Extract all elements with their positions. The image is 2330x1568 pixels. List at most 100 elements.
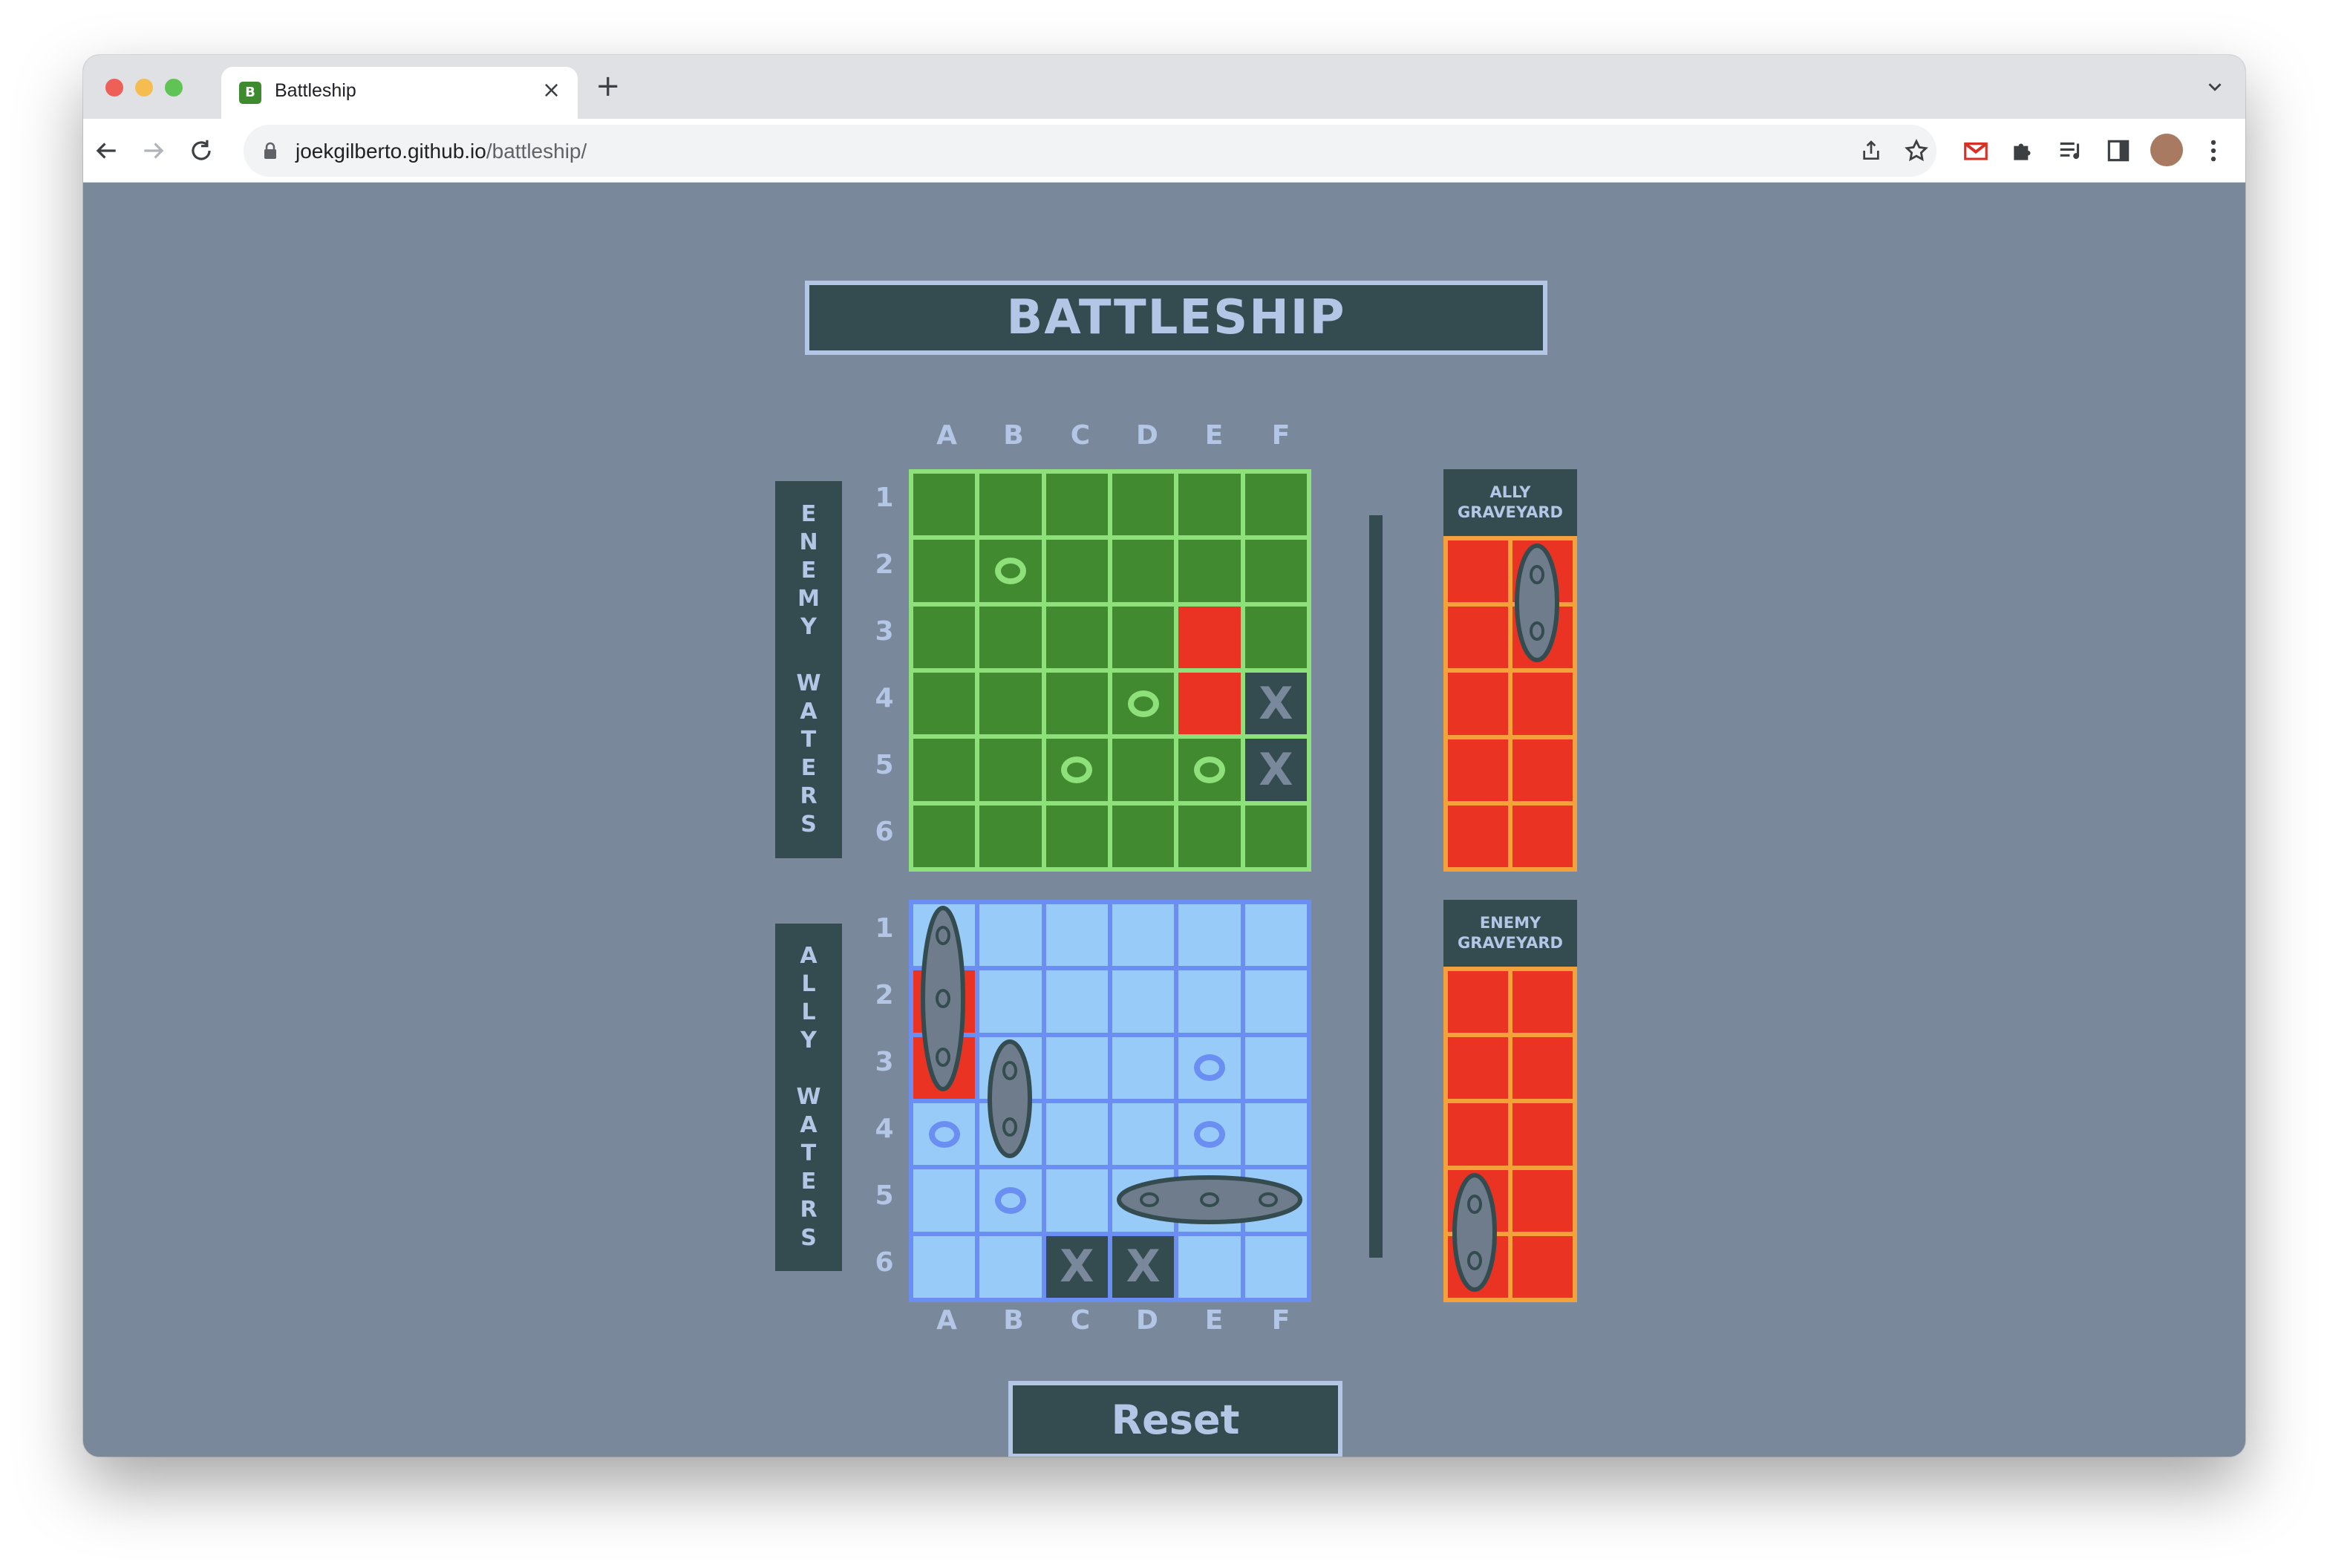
board-cell-C1[interactable] <box>1045 904 1108 967</box>
side-panel-icon[interactable] <box>2104 137 2132 165</box>
ally-ship-3-horizontal <box>1117 1175 1302 1224</box>
board-cell-F2[interactable] <box>1244 970 1307 1033</box>
board-cell-B6[interactable] <box>979 1235 1042 1298</box>
board-cell-D2[interactable] <box>1112 970 1175 1033</box>
tab-close-icon[interactable]: × <box>542 77 561 103</box>
browser-tab[interactable]: B Battleship × <box>221 67 578 119</box>
graveyard-slot <box>1448 739 1508 801</box>
waters-letter: Y <box>800 1028 817 1054</box>
board-cell-D3[interactable] <box>1112 1036 1175 1099</box>
board-cell-E3[interactable] <box>1178 1036 1241 1099</box>
graveyard-slot <box>1448 540 1508 603</box>
board-cell-D1[interactable] <box>1112 904 1175 967</box>
board-cell-D1[interactable] <box>1112 474 1175 536</box>
board-cell-A4[interactable] <box>913 1103 976 1166</box>
board-cell-A5[interactable] <box>913 1169 976 1232</box>
board-cell-A1[interactable] <box>913 474 976 536</box>
board-cell-F3[interactable] <box>1244 1036 1307 1099</box>
board-cell-E2[interactable] <box>1178 970 1241 1033</box>
board-cell-D6[interactable]: X <box>1112 1235 1175 1298</box>
board-cell-F2[interactable] <box>1244 540 1307 602</box>
board-cell-F6[interactable] <box>1244 1235 1307 1298</box>
board-cell-D4[interactable] <box>1112 673 1175 735</box>
board-cell-F5[interactable]: X <box>1244 739 1307 801</box>
board-cell-C1[interactable] <box>1045 474 1108 536</box>
board-cell-D3[interactable] <box>1112 606 1175 668</box>
more-menu-icon[interactable] <box>2199 137 2228 165</box>
board-cell-C4[interactable] <box>1045 1103 1108 1166</box>
chevron-down-icon[interactable] <box>2204 76 2226 98</box>
board-cell-B5[interactable] <box>979 739 1042 801</box>
board-cell-F1[interactable] <box>1244 904 1307 967</box>
board-cell-B2[interactable] <box>979 540 1042 602</box>
extensions-puzzle-icon[interactable] <box>2009 137 2037 165</box>
board-cell-F4[interactable] <box>1244 1103 1307 1166</box>
board-cell-A2[interactable] <box>913 540 976 602</box>
board-cell-F1[interactable] <box>1244 474 1307 536</box>
address-bar[interactable]: joekgilberto.github.io/battleship/ <box>244 125 1936 177</box>
board-cell-B1[interactable] <box>979 904 1042 967</box>
board-cell-F4[interactable]: X <box>1244 673 1307 735</box>
minimize-window-button[interactable] <box>135 79 153 97</box>
board-cell-E4[interactable] <box>1178 673 1241 735</box>
board-cell-E1[interactable] <box>1178 904 1241 967</box>
new-tab-button[interactable]: + <box>595 71 621 101</box>
board-cell-A3[interactable] <box>913 606 976 668</box>
board-cell-F3[interactable] <box>1244 606 1307 668</box>
ally-ship-2 <box>988 1039 1032 1158</box>
column-label: F <box>1271 1305 1290 1336</box>
board-cell-E4[interactable] <box>1178 1103 1241 1166</box>
board-cell-C4[interactable] <box>1045 673 1108 735</box>
board-cell-A6[interactable] <box>913 1235 976 1298</box>
board-cell-C5[interactable] <box>1045 1169 1108 1232</box>
board-cell-E5[interactable] <box>1178 739 1241 801</box>
waters-letter: A <box>800 1112 818 1138</box>
forward-arrow-icon[interactable] <box>140 137 168 165</box>
reset-button[interactable]: Reset <box>1008 1381 1342 1457</box>
board-cell-E1[interactable] <box>1178 474 1241 536</box>
graveyard-slot <box>1448 1037 1508 1100</box>
board-cell-B4[interactable] <box>979 673 1042 735</box>
board-cell-C3[interactable] <box>1045 1036 1108 1099</box>
board-cell-C3[interactable] <box>1045 606 1108 668</box>
board-cell-C5[interactable] <box>1045 739 1108 801</box>
media-queue-icon[interactable] <box>2057 137 2085 165</box>
board-cell-B5[interactable] <box>979 1169 1042 1232</box>
enemy-graveyard-word-2: GRAVEYARD <box>1458 934 1563 952</box>
row-label: 4 <box>875 683 894 713</box>
favicon-icon: B <box>239 82 261 104</box>
board-cell-D2[interactable] <box>1112 540 1175 602</box>
bookmark-star-icon[interactable] <box>1904 138 1929 163</box>
board-cell-A5[interactable] <box>913 739 976 801</box>
back-arrow-icon[interactable] <box>92 137 120 165</box>
board-cell-D6[interactable] <box>1112 805 1175 867</box>
row-label: 2 <box>875 549 894 580</box>
board-cell-A6[interactable] <box>913 805 976 867</box>
board-cell-B1[interactable] <box>979 474 1042 536</box>
sunk-x-mark: X <box>1259 677 1293 730</box>
board-cell-C6[interactable] <box>1045 805 1108 867</box>
board-cell-B6[interactable] <box>979 805 1042 867</box>
ally-graveyard-header: ALLY GRAVEYARD <box>1443 469 1577 536</box>
board-cell-F6[interactable] <box>1244 805 1307 867</box>
gmail-icon[interactable] <box>1962 137 1990 165</box>
board-cell-E3[interactable] <box>1178 606 1241 668</box>
board-cell-C2[interactable] <box>1045 540 1108 602</box>
board-cell-D5[interactable] <box>1112 739 1175 801</box>
board-cell-E6[interactable] <box>1178 805 1241 867</box>
board-cell-A4[interactable] <box>913 673 976 735</box>
waters-letter: S <box>800 811 817 837</box>
board-cell-E6[interactable] <box>1178 1235 1241 1298</box>
reload-icon[interactable] <box>187 137 215 165</box>
board-cell-C2[interactable] <box>1045 970 1108 1033</box>
board-cell-D4[interactable] <box>1112 1103 1175 1166</box>
profile-avatar[interactable] <box>2150 134 2183 166</box>
close-window-button[interactable] <box>105 79 123 97</box>
lock-icon <box>264 142 276 159</box>
board-cell-B3[interactable] <box>979 606 1042 668</box>
share-icon[interactable] <box>1859 138 1883 163</box>
board-cell-E2[interactable] <box>1178 540 1241 602</box>
maximize-window-button[interactable] <box>165 79 183 97</box>
board-cell-B2[interactable] <box>979 970 1042 1033</box>
board-cell-C6[interactable]: X <box>1045 1235 1108 1298</box>
